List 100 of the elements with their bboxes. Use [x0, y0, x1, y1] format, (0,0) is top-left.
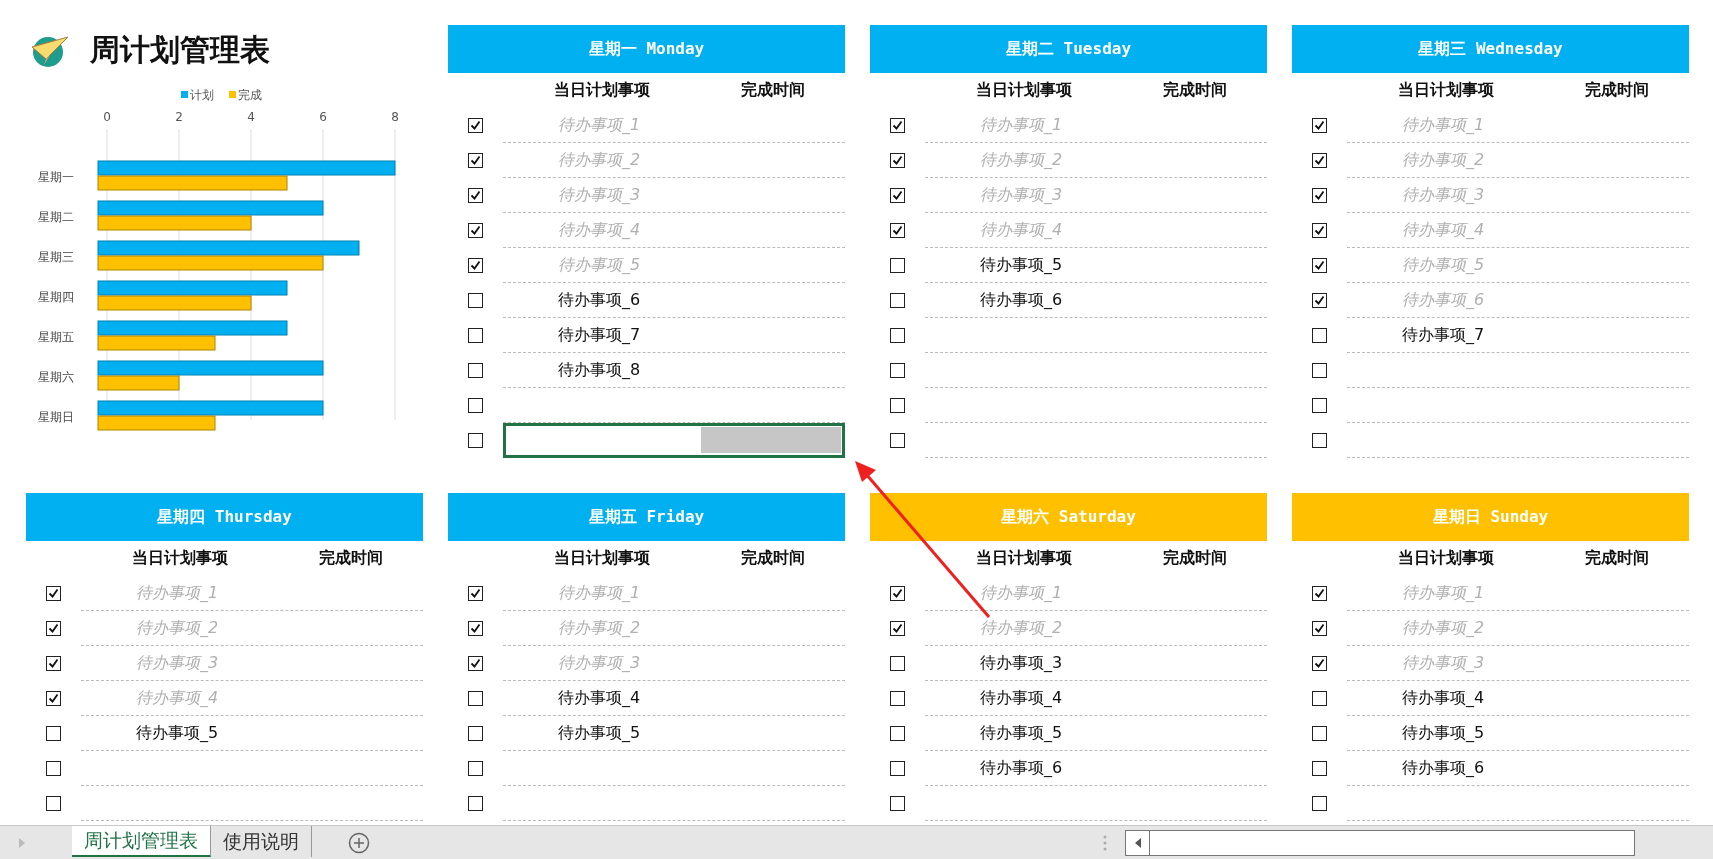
task-row[interactable]: 待办事项_2 [925, 143, 1267, 178]
checkbox[interactable] [890, 398, 905, 413]
task-row[interactable]: 待办事项_4 [925, 681, 1267, 716]
task-row[interactable]: 待办事项_3 [925, 646, 1267, 681]
checkbox[interactable] [1312, 621, 1327, 636]
checkbox[interactable] [468, 656, 483, 671]
checkbox[interactable] [890, 621, 905, 636]
checkbox[interactable] [890, 761, 905, 776]
task-row[interactable]: 待办事项_2 [81, 611, 423, 646]
checkbox[interactable] [468, 118, 483, 133]
checkbox[interactable] [1312, 293, 1327, 308]
checkbox[interactable] [890, 363, 905, 378]
checkbox[interactable] [46, 726, 61, 741]
checkbox[interactable] [890, 328, 905, 343]
task-row[interactable]: 待办事项_2 [503, 611, 845, 646]
checkbox[interactable] [1312, 153, 1327, 168]
task-row[interactable]: 待办事项_3 [1347, 178, 1689, 213]
task-row[interactable]: 待办事项_7 [503, 318, 845, 353]
sheet-tab[interactable]: 周计划管理表 [72, 826, 211, 857]
task-row[interactable]: 待办事项_6 [503, 283, 845, 318]
task-row[interactable]: 待办事项_8 [503, 353, 845, 388]
checkbox[interactable] [468, 761, 483, 776]
checkbox[interactable] [890, 433, 905, 448]
task-row[interactable]: 待办事项_5 [81, 716, 423, 751]
checkbox[interactable] [890, 153, 905, 168]
checkbox[interactable] [890, 586, 905, 601]
sheet-tab[interactable]: 使用说明 [211, 826, 312, 857]
checkbox[interactable] [1312, 433, 1327, 448]
checkbox[interactable] [1312, 796, 1327, 811]
task-row[interactable]: 待办事项_1 [503, 108, 845, 143]
task-row[interactable]: 待办事项_5 [925, 716, 1267, 751]
task-row[interactable]: 待办事项_1 [925, 576, 1267, 611]
checkbox[interactable] [468, 796, 483, 811]
checkbox[interactable] [890, 656, 905, 671]
task-row[interactable]: 待办事项_4 [503, 213, 845, 248]
checkbox[interactable] [468, 223, 483, 238]
checkbox[interactable] [890, 118, 905, 133]
task-row[interactable]: 待办事项_2 [503, 143, 845, 178]
checkbox[interactable] [468, 433, 483, 448]
horizontal-scrollbar[interactable] [1125, 830, 1635, 856]
checkbox[interactable] [890, 796, 905, 811]
task-row[interactable]: 待办事项_4 [1347, 213, 1689, 248]
selected-cell[interactable] [503, 423, 845, 458]
checkbox[interactable] [890, 691, 905, 706]
task-row[interactable]: 待办事项_3 [81, 646, 423, 681]
checkbox[interactable] [1312, 188, 1327, 203]
task-row[interactable]: 待办事项_7 [1347, 318, 1689, 353]
task-row[interactable]: 待办事项_1 [1347, 108, 1689, 143]
task-row[interactable]: 待办事项_5 [503, 716, 845, 751]
task-row[interactable]: 待办事项_1 [925, 108, 1267, 143]
checkbox[interactable] [468, 258, 483, 273]
checkbox[interactable] [1312, 363, 1327, 378]
task-row[interactable]: 待办事项_6 [1347, 283, 1689, 318]
task-row[interactable]: 待办事项_3 [925, 178, 1267, 213]
checkbox[interactable] [468, 188, 483, 203]
checkbox[interactable] [1312, 223, 1327, 238]
task-row[interactable]: 待办事项_1 [81, 576, 423, 611]
checkbox[interactable] [1312, 328, 1327, 343]
checkbox[interactable] [46, 796, 61, 811]
checkbox[interactable] [468, 691, 483, 706]
task-row[interactable]: 待办事项_5 [1347, 716, 1689, 751]
checkbox[interactable] [468, 328, 483, 343]
checkbox[interactable] [1312, 691, 1327, 706]
checkbox[interactable] [890, 223, 905, 238]
task-row[interactable]: 待办事项_4 [925, 213, 1267, 248]
checkbox[interactable] [468, 726, 483, 741]
checkbox[interactable] [890, 293, 905, 308]
checkbox[interactable] [46, 586, 61, 601]
checkbox[interactable] [890, 258, 905, 273]
checkbox[interactable] [46, 621, 61, 636]
task-row[interactable]: 待办事项_2 [925, 611, 1267, 646]
checkbox[interactable] [890, 726, 905, 741]
checkbox[interactable] [468, 293, 483, 308]
checkbox[interactable] [1312, 586, 1327, 601]
task-row[interactable]: 待办事项_5 [925, 248, 1267, 283]
checkbox[interactable] [1312, 258, 1327, 273]
checkbox[interactable] [1312, 398, 1327, 413]
checkbox[interactable] [46, 691, 61, 706]
task-row[interactable]: 待办事项_3 [1347, 646, 1689, 681]
checkbox[interactable] [1312, 726, 1327, 741]
checkbox[interactable] [1312, 118, 1327, 133]
checkbox[interactable] [1312, 761, 1327, 776]
checkbox[interactable] [468, 153, 483, 168]
task-row[interactable]: 待办事项_1 [503, 576, 845, 611]
task-row[interactable]: 待办事项_3 [503, 178, 845, 213]
task-row[interactable]: 待办事项_4 [1347, 681, 1689, 716]
task-row[interactable]: 待办事项_3 [503, 646, 845, 681]
checkbox[interactable] [468, 398, 483, 413]
task-row[interactable]: 待办事项_2 [1347, 611, 1689, 646]
splitter-handle-icon[interactable] [1103, 835, 1107, 851]
task-row[interactable]: 待办事项_6 [925, 751, 1267, 786]
task-row[interactable]: 待办事项_5 [503, 248, 845, 283]
task-row[interactable]: 待办事项_4 [503, 681, 845, 716]
checkbox[interactable] [46, 656, 61, 671]
checkbox[interactable] [468, 586, 483, 601]
task-row[interactable]: 待办事项_6 [1347, 751, 1689, 786]
checkbox[interactable] [890, 188, 905, 203]
task-row[interactable]: 待办事项_4 [81, 681, 423, 716]
checkbox[interactable] [1312, 656, 1327, 671]
task-row[interactable]: 待办事项_2 [1347, 143, 1689, 178]
